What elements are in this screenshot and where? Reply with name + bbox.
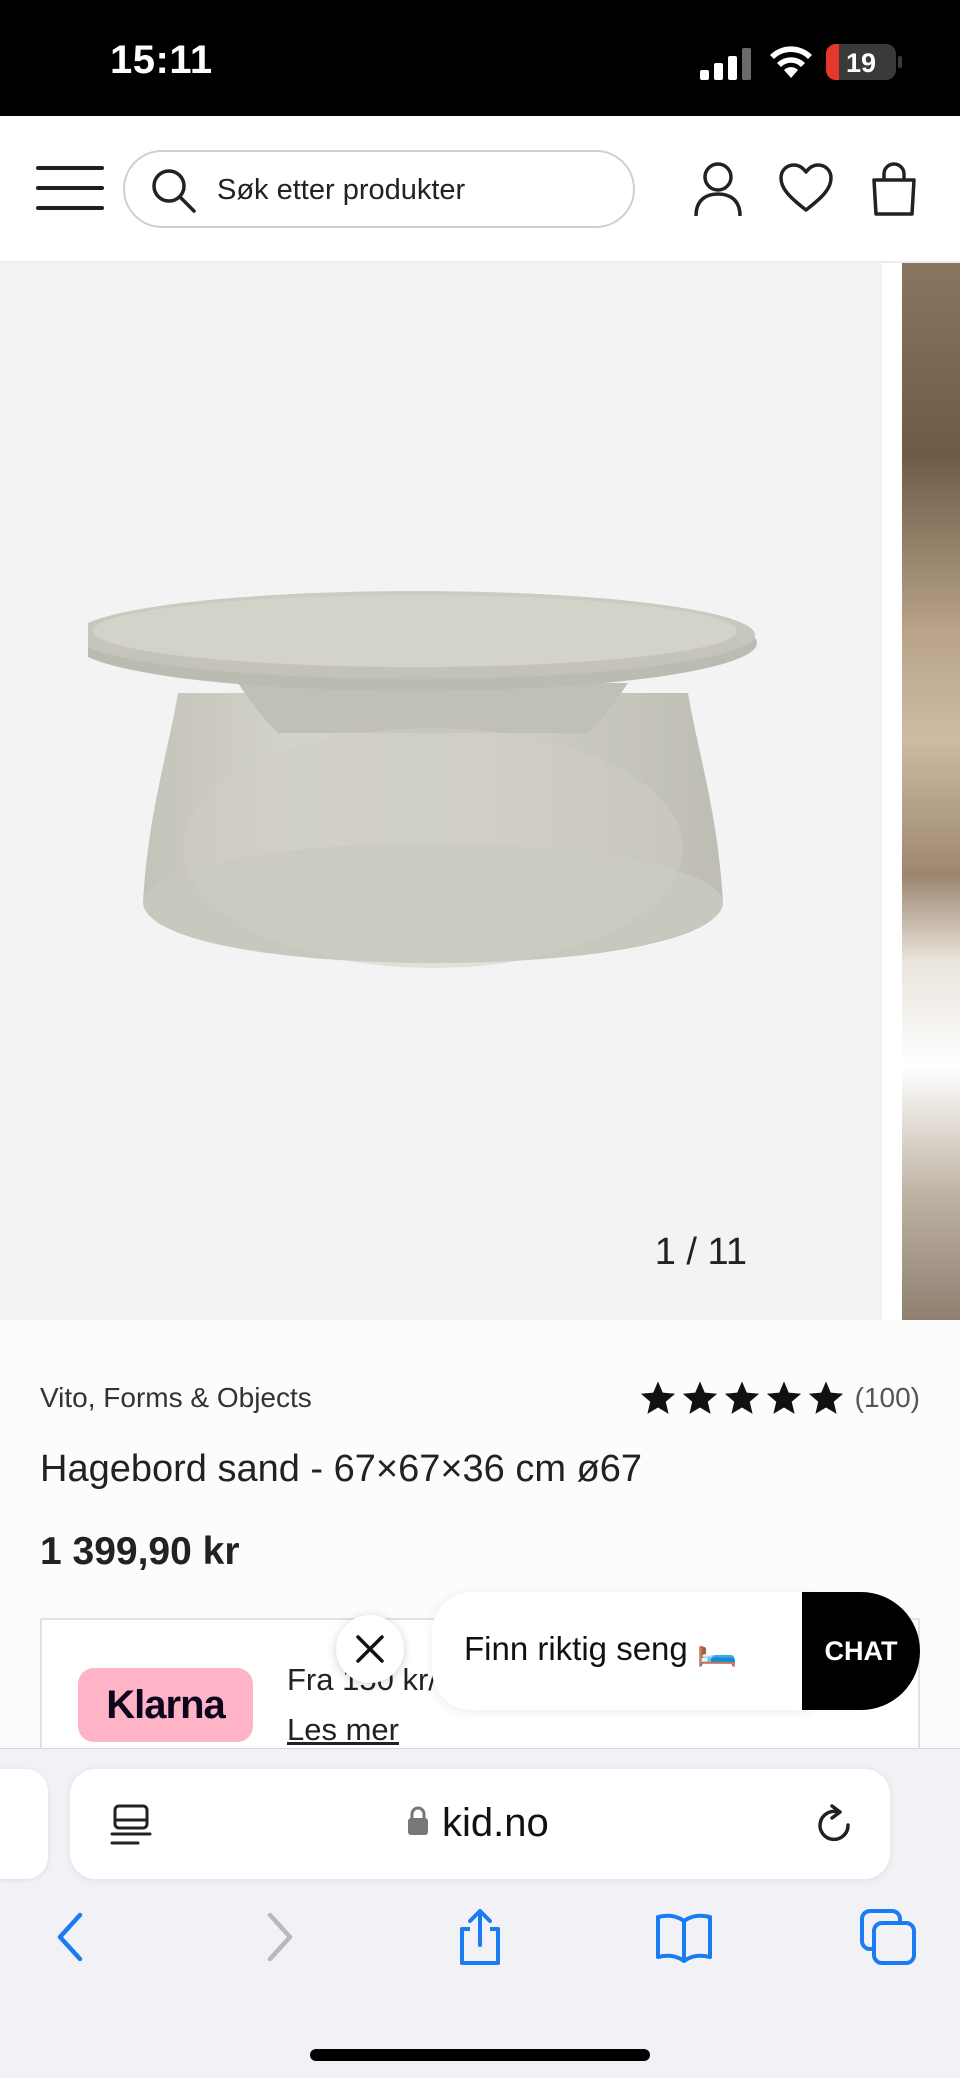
cellular-signal-icon — [700, 48, 751, 80]
review-count: (100) — [854, 1382, 920, 1413]
product-price: 1 399,90 kr — [40, 1530, 240, 1573]
star-icon — [808, 1381, 843, 1414]
wifi-icon — [770, 46, 812, 78]
rating-stars — [639, 1379, 845, 1417]
chat-button[interactable]: CHAT — [802, 1592, 920, 1710]
klarna-logo: Klarna — [78, 1668, 253, 1742]
star-icon — [640, 1381, 675, 1414]
next-image-preview[interactable] — [902, 263, 960, 1320]
search-input[interactable]: Søk etter produkter — [123, 150, 635, 228]
back-icon[interactable] — [42, 1907, 102, 1967]
battery-tip — [898, 56, 902, 68]
reload-icon[interactable] — [812, 1803, 856, 1847]
chat-close-button[interactable] — [336, 1615, 404, 1683]
home-indicator — [310, 2049, 650, 2061]
reader-mode-icon[interactable] — [110, 1803, 152, 1847]
status-bar: 15:11 19 — [0, 0, 960, 116]
menu-icon-line — [36, 166, 104, 170]
tabs-icon[interactable] — [858, 1907, 918, 1967]
user-icon[interactable] — [690, 160, 746, 218]
bookmarks-icon[interactable] — [654, 1907, 714, 1967]
product-rating[interactable]: (100) — [639, 1378, 920, 1418]
forward-icon[interactable] — [248, 1907, 308, 1967]
product-brand[interactable]: Vito, Forms & Objects — [40, 1382, 312, 1414]
site-header: Søk etter produkter — [0, 116, 960, 263]
status-time: 15:11 — [110, 38, 213, 82]
heart-icon[interactable] — [778, 160, 834, 218]
url-domain: kid.no — [442, 1801, 549, 1845]
browser-toolbar: kid.no — [0, 1748, 960, 2078]
menu-button[interactable] — [36, 166, 104, 212]
battery-icon: 19 — [826, 44, 896, 80]
bag-icon[interactable] — [866, 160, 922, 218]
star-icon — [724, 1381, 759, 1414]
menu-icon-line — [36, 206, 104, 210]
product-image[interactable]: 1 / 11 — [0, 263, 882, 1320]
close-icon — [356, 1635, 384, 1663]
search-icon — [152, 169, 196, 213]
product-title: Hagebord sand - 67×67×36 cm ø67 — [40, 1448, 643, 1490]
image-counter: 1 / 11 — [654, 1231, 747, 1273]
search-placeholder: Søk etter produkter — [217, 174, 466, 206]
product-image-gallery[interactable]: 1 / 11 — [0, 263, 960, 1320]
previous-tab-preview[interactable] — [0, 1769, 48, 1879]
chat-prompt-text: Finn riktig seng 🛏️ — [464, 1630, 739, 1667]
lock-icon — [408, 1806, 428, 1835]
garden-table-image — [88, 591, 757, 968]
page: 15:11 19 Søk etter produkter 1 / 11 Vito… — [0, 0, 960, 2078]
battery-percentage: 19 — [845, 48, 877, 78]
menu-icon-line — [36, 186, 104, 190]
star-icon — [682, 1381, 717, 1414]
klarna-read-more-link[interactable]: Les mer — [287, 1712, 399, 1748]
share-icon[interactable] — [450, 1907, 510, 1967]
address-bar[interactable]: kid.no — [70, 1769, 890, 1879]
chat-prompt-bubble[interactable]: Finn riktig seng 🛏️ — [432, 1592, 812, 1710]
star-icon — [766, 1381, 801, 1414]
